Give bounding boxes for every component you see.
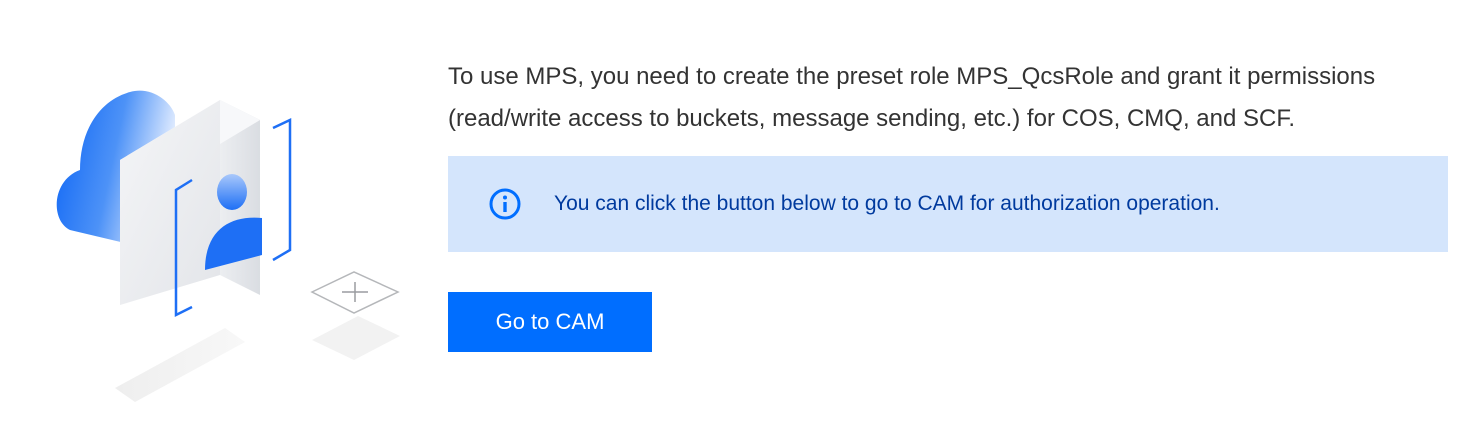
go-to-cam-button[interactable]: Go to CAM [448,292,652,352]
content-panel: To use MPS, you need to create the prese… [448,56,1448,352]
info-banner: You can click the button below to go to … [448,156,1448,252]
description-text: To use MPS, you need to create the prese… [448,63,1376,132]
user-role-illustration [40,70,420,420]
info-text: You can click the button below to go to … [554,192,1220,215]
info-icon [489,188,521,220]
